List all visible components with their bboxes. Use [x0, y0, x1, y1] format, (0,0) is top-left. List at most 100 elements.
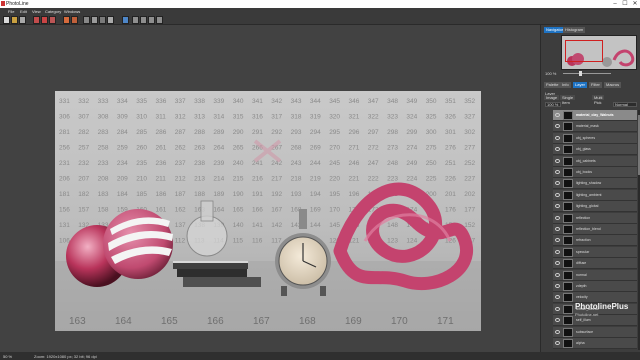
grid-number: 141 — [252, 222, 263, 229]
visibility-eye-icon[interactable] — [555, 170, 560, 174]
tab-navigator[interactable]: Navigator — [544, 27, 566, 33]
layout-button[interactable] — [148, 16, 155, 24]
visibility-eye-icon[interactable] — [555, 261, 560, 266]
grid-number: 195 — [329, 191, 340, 198]
menu-category[interactable]: Category — [45, 9, 61, 14]
layer-row[interactable]: lighting_global — [553, 201, 637, 213]
visibility-eye-icon[interactable] — [555, 135, 560, 140]
layer-row[interactable]: material_clay_Walnuts — [553, 110, 637, 121]
copy-button[interactable] — [41, 16, 48, 24]
layer-row[interactable]: subsurface — [553, 326, 637, 338]
layer-row[interactable]: obj_books — [553, 167, 637, 178]
layer-row[interactable]: normal — [553, 269, 637, 281]
floor-number: 164 — [115, 316, 132, 327]
tab-palette[interactable]: Palette — [544, 82, 561, 88]
layer-name: lighting_shadow — [576, 181, 602, 186]
grid-number: 290 — [233, 129, 244, 136]
layer-row[interactable]: lighting_ambient — [553, 189, 637, 201]
tab-info[interactable]: Info — [560, 82, 571, 88]
blend-mode-select[interactable]: Normal — [613, 102, 637, 107]
grid-number: 275 — [426, 145, 437, 152]
select-button[interactable] — [91, 16, 98, 24]
floor-number: 166 — [207, 316, 224, 327]
grid-number: 322 — [368, 114, 379, 121]
layer-row[interactable]: obj_spheres — [553, 132, 637, 144]
visibility-eye-icon[interactable] — [555, 238, 560, 243]
paste-button[interactable] — [63, 16, 70, 24]
visibility-eye-icon[interactable] — [555, 272, 560, 277]
visibility-eye-icon[interactable] — [555, 329, 560, 334]
compare-button[interactable] — [140, 16, 147, 24]
visibility-eye-icon[interactable] — [555, 204, 560, 209]
canvas-area[interactable]: 331 332 333 334 335 336 337 338 339 340 341 342 343 3… — [0, 25, 540, 352]
panel-button[interactable] — [156, 16, 163, 24]
navigator-viewport-frame[interactable] — [565, 40, 603, 62]
tab-macros[interactable]: Macros — [604, 82, 622, 88]
visibility-eye-icon[interactable] — [555, 295, 560, 300]
tab-layer[interactable]: Layer — [573, 82, 588, 88]
grid-number: 247 — [368, 160, 379, 167]
subtab-multi-pick[interactable]: Multi Pick — [592, 95, 605, 105]
layer-row[interactable]: material_mask — [553, 121, 637, 133]
tab-filter[interactable]: Filter — [589, 82, 602, 88]
maximize-button[interactable]: ☐ — [620, 0, 630, 8]
visibility-eye-icon[interactable] — [555, 284, 560, 288]
grid-number: 344 — [310, 98, 321, 105]
zoom-slider-knob[interactable] — [579, 71, 582, 76]
grid-number: 211 — [156, 176, 167, 183]
zoom-slider-track[interactable] — [563, 73, 611, 74]
print-button[interactable] — [33, 16, 40, 24]
grid-number: 206 — [59, 176, 70, 183]
visibility-eye-icon[interactable] — [555, 192, 560, 197]
minimize-button[interactable]: – — [610, 0, 620, 8]
layer-row[interactable]: obj_glass — [553, 144, 637, 156]
subtab-single-item[interactable]: Single Item — [560, 95, 576, 105]
visibility-eye-icon[interactable] — [555, 341, 560, 345]
floor-number: 171 — [437, 316, 454, 327]
layer-row[interactable]: diffuse — [553, 258, 637, 270]
opacity-field[interactable]: 100 % — [545, 102, 561, 107]
cut-button[interactable] — [49, 16, 56, 24]
new-file-button[interactable] — [3, 16, 10, 24]
grid-number: 148 — [387, 222, 398, 229]
visibility-eye-icon[interactable] — [555, 227, 560, 231]
view-button[interactable] — [132, 16, 139, 24]
brush-button[interactable] — [83, 16, 90, 24]
crop-button[interactable] — [99, 16, 106, 24]
grid-number: 233 — [98, 160, 109, 167]
layer-row[interactable]: alpha — [553, 338, 637, 349]
layer-row[interactable]: obj_cabinets — [553, 155, 637, 167]
visibility-eye-icon[interactable] — [555, 181, 560, 186]
grid-button[interactable] — [122, 16, 129, 24]
menu-windows[interactable]: Windows — [64, 9, 80, 14]
visibility-eye-icon[interactable] — [555, 249, 560, 254]
tools-button[interactable] — [71, 16, 78, 24]
close-button[interactable]: ✕ — [630, 0, 640, 8]
layer-row[interactable]: specular — [553, 246, 637, 258]
grid-number: 161 — [156, 207, 167, 214]
visibility-eye-icon[interactable] — [555, 147, 560, 152]
status-zoom[interactable]: 50 % — [3, 354, 12, 359]
render-image[interactable]: 331 332 333 334 335 336 337 338 339 340 341 342 343 3… — [55, 91, 481, 331]
layer-row[interactable]: refraction — [553, 235, 637, 247]
visibility-eye-icon[interactable] — [555, 306, 560, 311]
visibility-eye-icon[interactable] — [555, 113, 560, 117]
menu-view[interactable]: View — [32, 9, 41, 14]
open-folder-button[interactable] — [11, 16, 18, 24]
grid-number: 248 — [387, 160, 398, 167]
layer-row[interactable]: lighting_shadow — [553, 178, 637, 190]
subtab-image[interactable]: Image — [544, 95, 560, 100]
menu-file[interactable]: File — [8, 9, 14, 14]
visibility-eye-icon[interactable] — [555, 215, 560, 220]
save-button[interactable] — [19, 16, 26, 24]
tab-histogram[interactable]: Histogram — [563, 27, 586, 33]
visibility-eye-icon[interactable] — [555, 318, 560, 323]
zoom-button[interactable] — [107, 16, 114, 24]
menu-edit[interactable]: Edit — [20, 9, 27, 14]
visibility-eye-icon[interactable] — [555, 158, 560, 163]
visibility-eye-icon[interactable] — [555, 124, 560, 129]
layer-row[interactable]: zdepth — [553, 281, 637, 292]
grid-number: 126 — [445, 238, 456, 245]
layer-row[interactable]: reflection — [553, 212, 637, 224]
layer-row[interactable]: reflection_blend — [553, 224, 637, 235]
